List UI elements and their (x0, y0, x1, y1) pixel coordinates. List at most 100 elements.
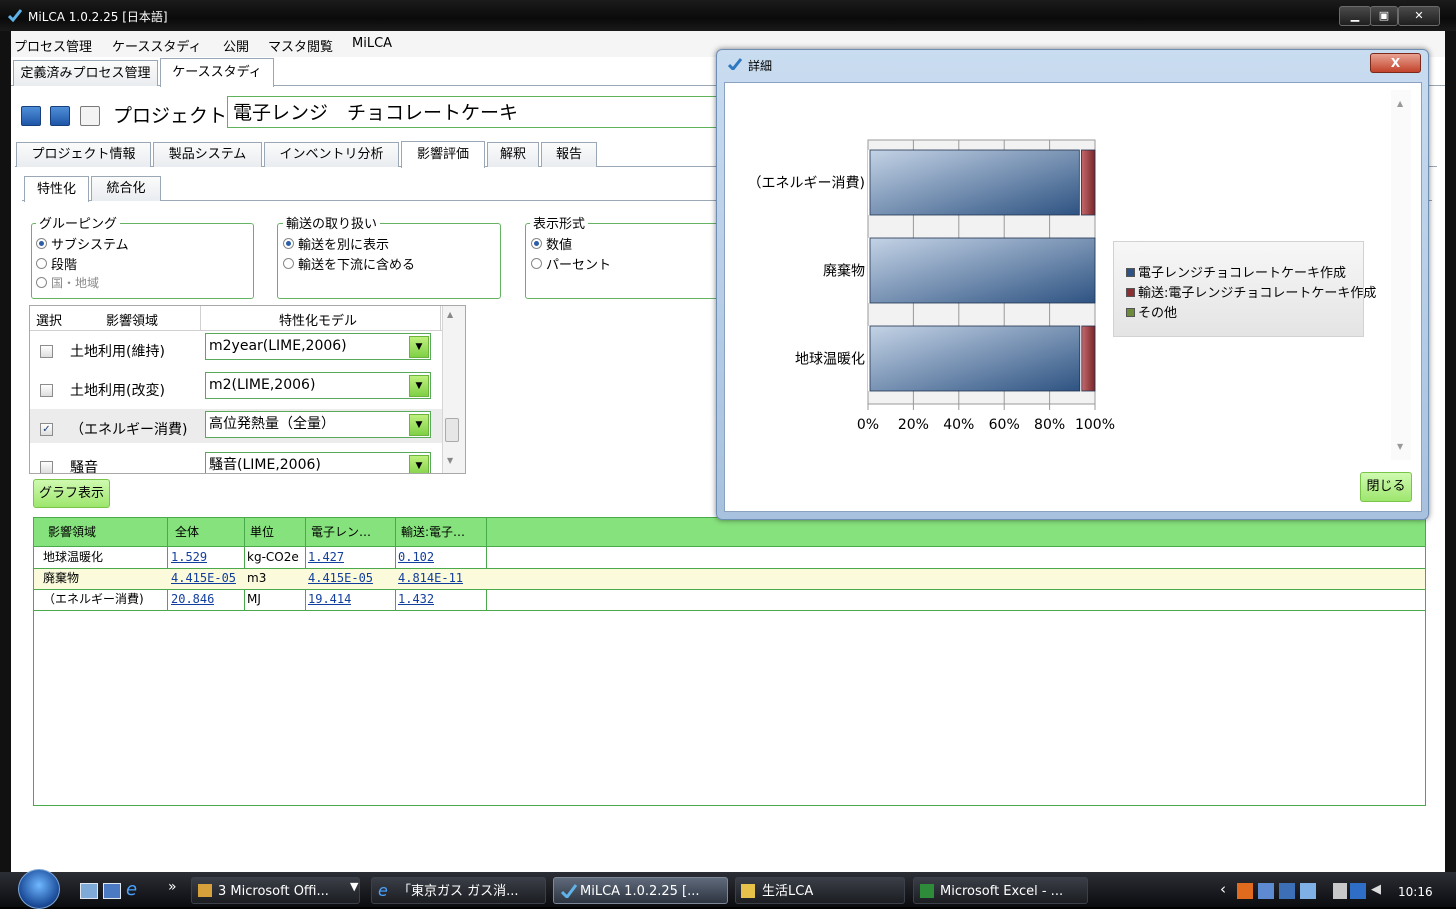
scrollbar-thumb[interactable] (445, 418, 459, 442)
tray-icon[interactable] (1333, 883, 1347, 899)
tray-icon[interactable] (1300, 883, 1316, 899)
tab-inventory[interactable]: インベントリ分析 (264, 142, 399, 167)
scroll-up-icon[interactable]: ▲ (1397, 99, 1403, 108)
menu-master[interactable]: マスタ閲覧 (268, 36, 333, 55)
internet-explorer-icon[interactable]: e (126, 879, 137, 900)
close-button[interactable]: ✕ (1398, 6, 1440, 26)
radio-selected-icon[interactable] (531, 238, 542, 249)
taskbar-item-seikatsu-lca[interactable]: 生活LCA (735, 877, 905, 904)
tab-casestudy[interactable]: ケーススタディ (160, 58, 274, 87)
model-select[interactable]: m2year(LIME,2006) (205, 333, 431, 360)
results-cell-total[interactable]: 1.529 (171, 547, 207, 567)
chevron-down-icon[interactable]: ▼ (350, 880, 358, 893)
tray-icon[interactable] (1279, 883, 1295, 899)
taskbar-item-milca[interactable]: MiLCA 1.0.2.25 [... (553, 877, 728, 904)
radio-transport-downstream[interactable]: 輸送を下流に含める (283, 254, 415, 273)
transport-title: 輸送の取り扱い (283, 213, 381, 232)
results-cell-sub1[interactable]: 1.427 (308, 547, 344, 567)
clock[interactable]: 10:16 (1398, 885, 1433, 899)
radio-stage[interactable]: 段階 (36, 254, 77, 273)
maximize-button[interactable]: ▣ (1370, 6, 1398, 26)
tab-product-system[interactable]: 製品システム (153, 142, 262, 167)
grid-row-area: 土地利用(維持) (70, 344, 165, 360)
tab-interpretation[interactable]: 解釈 (487, 142, 539, 167)
save-icon[interactable] (21, 106, 41, 126)
network-icon[interactable] (1350, 883, 1366, 899)
tab-report[interactable]: 報告 (541, 142, 597, 167)
results-cell-sub2[interactable]: 1.432 (398, 589, 434, 609)
dialog-close-button[interactable]: 閉じる (1360, 472, 1412, 502)
results-cell-sub2[interactable]: 4.814E-11 (398, 568, 463, 588)
radio-icon[interactable] (36, 258, 47, 269)
results-cell-area: 地球温暖化 (43, 550, 104, 564)
results-cell-total[interactable]: 4.415E-05 (171, 568, 236, 588)
volume-icon[interactable]: ◀ (1371, 882, 1381, 897)
tab-project-info[interactable]: プロジェクト情報 (16, 142, 151, 167)
tray-icon[interactable] (1258, 883, 1274, 899)
results-table: 影響領域 全体 単位 電子レン… 輸送:電子… 地球温暖化 1.529 kg-C… (33, 517, 1426, 806)
chevron-down-icon[interactable]: ▼ (409, 455, 429, 473)
grouping-title: グルーピング (36, 213, 121, 232)
app-icon (561, 884, 577, 898)
grid-row-checkbox[interactable] (40, 345, 53, 358)
y-category-label: 地球温暖化 (795, 352, 865, 368)
tray-expand-icon[interactable]: ‹ (1220, 880, 1226, 898)
radio-subsystem[interactable]: サブシステム (36, 234, 129, 253)
taskbar-item-excel[interactable]: Microsoft Excel - ... (913, 877, 1088, 904)
results-header-unit: 単位 (250, 525, 275, 539)
menu-milca[interactable]: MiLCA (352, 36, 392, 51)
radio-percent[interactable]: パーセント (531, 254, 611, 273)
menu-process[interactable]: プロセス管理 (14, 36, 92, 55)
save-as-icon[interactable] (50, 106, 70, 126)
tab-characterization[interactable]: 特性化 (24, 176, 89, 202)
radio-value[interactable]: 数値 (531, 234, 572, 253)
results-cell-total[interactable]: 20.846 (171, 589, 214, 609)
scroll-down-icon[interactable]: ▼ (1397, 442, 1403, 451)
internet-explorer-icon: e (378, 881, 388, 900)
dialog-scrollbar[interactable] (1391, 90, 1411, 460)
tab-impact-assessment[interactable]: 影響評価 (401, 141, 485, 168)
show-graph-button[interactable]: グラフ表示 (33, 479, 110, 508)
model-select[interactable]: 騒音(LIME,2006) (205, 452, 431, 473)
bar-segment (869, 149, 1080, 216)
grid-row-checkbox-checked[interactable]: ✓ (40, 423, 53, 436)
minimize-button[interactable]: ▁ (1339, 6, 1371, 26)
taskbar-item-office[interactable]: 3 Microsoft Offi... (191, 877, 360, 904)
grid-scrollbar[interactable] (442, 306, 465, 473)
radio-selected-icon[interactable] (283, 238, 294, 249)
grid-row-checkbox[interactable] (40, 461, 53, 473)
impact-area-grid: 選択 影響領域 特性化モデル 土地利用(維持) m2year(LIME,2006… (29, 305, 466, 474)
menu-publish[interactable]: 公開 (223, 36, 249, 55)
model-select[interactable]: m2(LIME,2006) (205, 372, 431, 399)
chevron-down-icon[interactable]: ▼ (409, 336, 429, 358)
start-button[interactable] (18, 869, 60, 909)
model-select[interactable]: 高位発熱量（全量） (205, 411, 431, 438)
radio-transport-separate[interactable]: 輸送を別に表示 (283, 234, 389, 253)
switch-windows-icon[interactable] (103, 883, 121, 899)
dialog-close-icon[interactable]: X (1370, 53, 1421, 73)
radio-icon[interactable] (283, 258, 294, 269)
scroll-down-icon[interactable]: ▼ (447, 456, 453, 465)
radio-icon[interactable] (531, 258, 542, 269)
tab-integration[interactable]: 統合化 (91, 176, 161, 201)
results-cell-sub1[interactable]: 19.414 (308, 589, 351, 609)
export-icon[interactable] (80, 106, 100, 126)
menu-casestudy[interactable]: ケーススタディ (112, 36, 201, 55)
quicklaunch-more-icon[interactable]: » (168, 879, 177, 895)
results-cell-sub1[interactable]: 4.415E-05 (308, 568, 373, 588)
results-cell-sub2[interactable]: 0.102 (398, 547, 434, 567)
grid-row-area: 騒音 (70, 460, 98, 474)
project-name-field[interactable]: 電子レンジ チョコレートケーキ (227, 96, 747, 128)
radio-selected-icon[interactable] (36, 238, 47, 249)
taskbar-item-browser[interactable]: 「東京ガス ガス消... (371, 877, 546, 904)
grid-row-checkbox[interactable] (40, 384, 53, 397)
table-row (34, 547, 1425, 569)
chevron-down-icon[interactable]: ▼ (409, 414, 429, 436)
show-desktop-icon[interactable] (80, 883, 98, 899)
chevron-down-icon[interactable]: ▼ (409, 375, 429, 397)
scroll-up-icon[interactable]: ▲ (447, 310, 453, 319)
grid-row-area: （エネルギー消費) (70, 422, 188, 438)
tab-process-management[interactable]: 定義済みプロセス管理 (13, 60, 158, 86)
y-category-label: 廃棄物 (823, 263, 865, 280)
tray-icon[interactable] (1237, 883, 1253, 899)
